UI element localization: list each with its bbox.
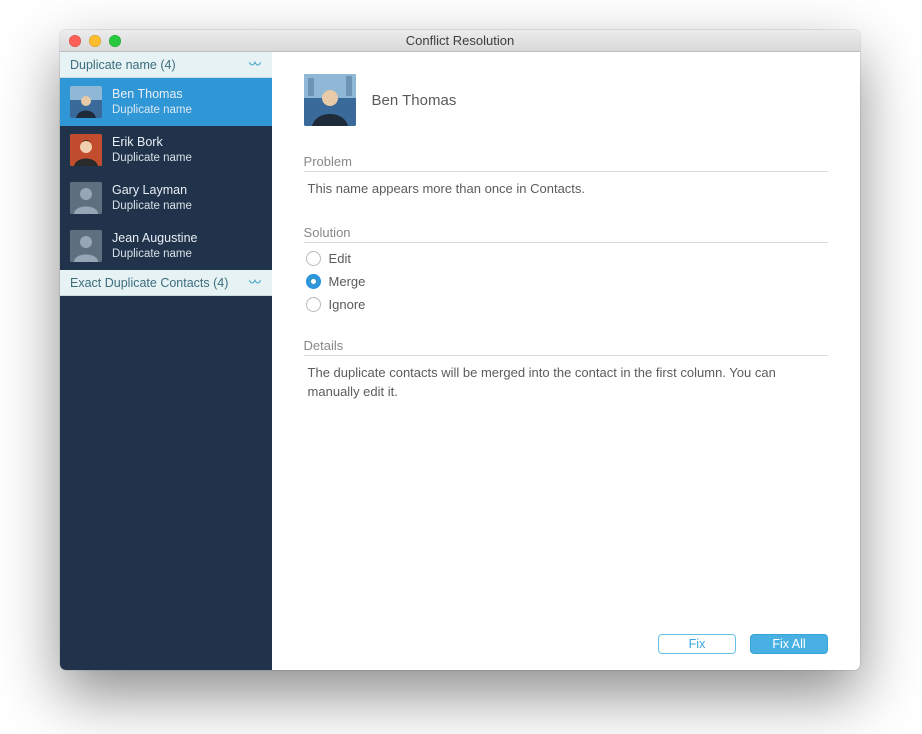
section-details: Details The duplicate contacts will be m…	[304, 338, 828, 402]
radio-icon	[306, 251, 321, 266]
contact-name: Gary Layman	[112, 183, 192, 199]
radio-label: Edit	[329, 251, 351, 266]
window-body: Duplicate name (4) Ben Thomas Dupli	[60, 52, 860, 670]
zoom-icon[interactable]	[109, 35, 121, 47]
minimize-icon[interactable]	[89, 35, 101, 47]
chevron-down-icon	[248, 60, 262, 70]
window: Conflict Resolution Duplicate name (4)	[60, 30, 860, 670]
sidebar-group-exact-duplicates[interactable]: Exact Duplicate Contacts (4)	[60, 270, 272, 296]
sidebar-item-text: Erik Bork Duplicate name	[112, 135, 192, 165]
avatar	[304, 74, 356, 126]
window-controls	[69, 35, 121, 47]
contact-sub: Duplicate name	[112, 103, 192, 117]
divider	[304, 171, 828, 172]
window-title: Conflict Resolution	[60, 33, 860, 48]
radio-label: Ignore	[329, 297, 366, 312]
avatar-placeholder-icon	[70, 230, 102, 262]
section-label: Problem	[304, 154, 828, 169]
sidebar-item-gary-layman[interactable]: Gary Layman Duplicate name	[60, 174, 272, 222]
detail-header: Ben Thomas	[304, 74, 828, 126]
section-label: Solution	[304, 225, 828, 240]
avatar	[70, 134, 102, 166]
sidebar-item-text: Ben Thomas Duplicate name	[112, 87, 192, 117]
footer: Fix Fix All	[304, 626, 828, 654]
section-label: Details	[304, 338, 828, 353]
fix-all-button[interactable]: Fix All	[750, 634, 828, 654]
section-solution: Solution Edit Merge Ignore	[304, 225, 828, 312]
sidebar-group-label: Duplicate name (4)	[70, 58, 176, 72]
divider	[304, 242, 828, 243]
avatar	[70, 86, 102, 118]
chevron-down-icon	[248, 278, 262, 288]
radio-merge[interactable]: Merge	[306, 274, 826, 289]
divider	[304, 355, 828, 356]
solution-options: Edit Merge Ignore	[304, 251, 828, 312]
problem-text: This name appears more than once in Cont…	[304, 180, 828, 199]
fix-button[interactable]: Fix	[658, 634, 736, 654]
sidebar-group-label: Exact Duplicate Contacts (4)	[70, 276, 228, 290]
sidebar-item-erik-bork[interactable]: Erik Bork Duplicate name	[60, 126, 272, 174]
contact-sub: Duplicate name	[112, 151, 192, 165]
details-text: The duplicate contacts will be merged in…	[304, 364, 828, 402]
sidebar-group-duplicate-name[interactable]: Duplicate name (4)	[60, 52, 272, 78]
titlebar: Conflict Resolution	[60, 30, 860, 52]
radio-edit[interactable]: Edit	[306, 251, 826, 266]
radio-icon	[306, 274, 321, 289]
section-problem: Problem This name appears more than once…	[304, 154, 828, 199]
contact-name: Jean Augustine	[112, 231, 198, 247]
contact-sub: Duplicate name	[112, 199, 192, 213]
main-panel: Ben Thomas Problem This name appears mor…	[272, 52, 860, 670]
contact-name: Ben Thomas	[112, 87, 192, 103]
avatar-placeholder-icon	[70, 182, 102, 214]
contact-sub: Duplicate name	[112, 247, 198, 261]
close-icon[interactable]	[69, 35, 81, 47]
button-label: Fix	[689, 637, 706, 651]
detail-name: Ben Thomas	[372, 92, 457, 109]
radio-label: Merge	[329, 274, 366, 289]
sidebar-item-ben-thomas[interactable]: Ben Thomas Duplicate name	[60, 78, 272, 126]
sidebar-item-text: Gary Layman Duplicate name	[112, 183, 192, 213]
radio-icon	[306, 297, 321, 312]
contact-name: Erik Bork	[112, 135, 192, 151]
sidebar: Duplicate name (4) Ben Thomas Dupli	[60, 52, 272, 670]
sidebar-item-text: Jean Augustine Duplicate name	[112, 231, 198, 261]
radio-ignore[interactable]: Ignore	[306, 297, 826, 312]
button-label: Fix All	[772, 637, 805, 651]
sidebar-item-jean-augustine[interactable]: Jean Augustine Duplicate name	[60, 222, 272, 270]
